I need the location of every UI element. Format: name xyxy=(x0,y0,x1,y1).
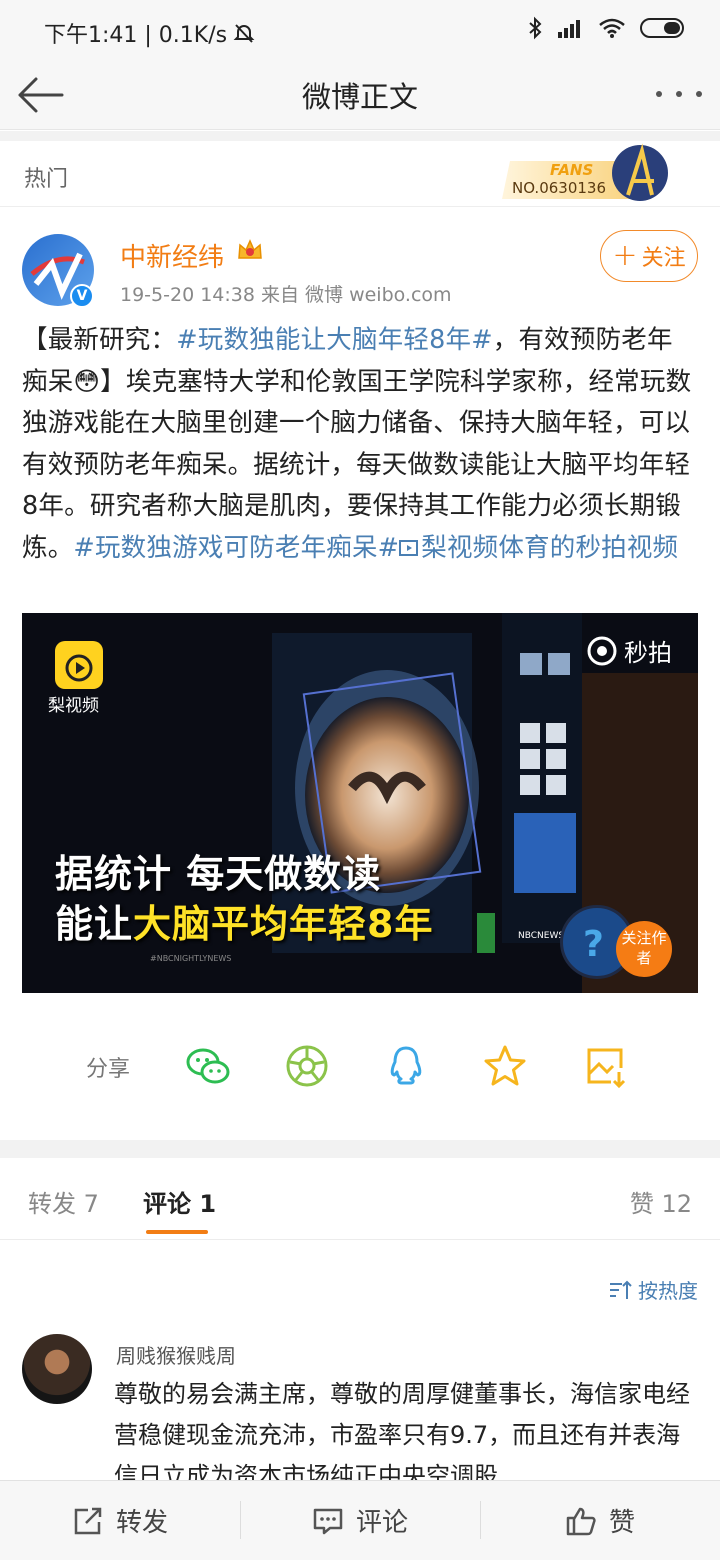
status-left: 下午1:41 | 0.1K/s xyxy=(44,17,255,49)
miaopai-text: 秒拍 xyxy=(624,639,672,667)
miaopai-watermark: 秒拍 xyxy=(586,633,672,668)
comment-text: 尊敬的易会满主席，尊敬的周厚健董事长，海信家电经营稳健现金流充沛，市盈率只有9.… xyxy=(114,1380,690,1490)
commenter-name[interactable]: 周贱猴猴贱周 xyxy=(116,1340,236,1369)
caption-prefix: 能让 xyxy=(55,902,134,946)
wechat-icon[interactable] xyxy=(184,1042,232,1090)
sort-label: 按热度 xyxy=(638,1279,698,1303)
comment-button[interactable]: 评论 xyxy=(240,1481,480,1560)
post-meta: 19-5-20 14:38 来自 微博 weibo.com xyxy=(120,284,452,306)
caption-highlight: 大脑平均年轻8年 xyxy=(133,902,434,946)
video-credit: #NBCNIGHTLYNEWS xyxy=(150,954,232,963)
video-link-text: 梨视频体育的秒拍视频 xyxy=(421,532,679,563)
follow-author-float-button[interactable]: ? 关注作者 xyxy=(560,905,672,983)
video-app-name: 梨视频 xyxy=(48,696,99,716)
status-time: 下午1:41 | 0.1K/s xyxy=(44,23,228,48)
tab-likes[interactable]: 赞 12 xyxy=(630,1184,692,1219)
topic-link[interactable]: #玩数独游戏可防老年痴呆# xyxy=(73,533,399,563)
fans-badge: FANS NO.0630136 xyxy=(502,143,668,201)
divider xyxy=(0,1140,720,1158)
fans-text: FANS xyxy=(550,161,593,179)
page-title: 微博正文 xyxy=(301,80,418,114)
repost-label: 转发 xyxy=(115,1508,168,1538)
post-header: V 中新经纬 19-5-20 14:38 来自 微博 weibo.com + 关… xyxy=(0,208,720,316)
divider xyxy=(0,131,720,141)
vip-crown-icon xyxy=(238,239,262,259)
repost-button[interactable]: 转发 xyxy=(0,1481,240,1560)
miaopai-icon xyxy=(587,636,617,665)
author-name[interactable]: 中新经纬 xyxy=(120,237,224,274)
wifi-icon xyxy=(599,18,625,38)
bottom-action-bar: 转发 评论 赞 xyxy=(0,1480,720,1560)
status-icons xyxy=(528,16,686,40)
like-button[interactable]: 赞 xyxy=(480,1481,720,1560)
sort-icon xyxy=(610,1280,632,1299)
verified-badge-icon: V xyxy=(70,284,94,308)
nav-bar: 微博正文 xyxy=(0,62,720,130)
share-row: 分享 xyxy=(0,1020,720,1110)
video-caption-line1: 据统计 每天做数读 xyxy=(55,852,382,896)
follow-author-label: 关注作者 xyxy=(616,921,672,977)
video-link[interactable]: 梨视频体育的秒拍视频 xyxy=(399,533,678,563)
topic-link[interactable]: #玩数独能让大脑年轻8年# xyxy=(176,325,493,355)
hot-section-header: 热门 FANS NO.0630136 xyxy=(0,141,720,207)
qq-icon[interactable] xyxy=(382,1042,430,1090)
moments-icon[interactable] xyxy=(283,1042,331,1090)
comment-label: 评论 xyxy=(355,1508,408,1538)
video-link-icon xyxy=(399,539,419,556)
video-caption-line2: 能让大脑平均年轻8年 xyxy=(55,893,433,948)
post-text-part: ，有效预防老年痴呆😳】埃克塞特大学和伦敦国王学院科学家称，经常玩数独游戏能在大脑… xyxy=(22,325,692,563)
comment-icon xyxy=(313,1508,343,1534)
more-options-icon[interactable] xyxy=(656,78,702,110)
video-player[interactable]: 梨视频 秒拍 据统计 每天做数读 能让大脑平均年轻8年 #NBCNIGHTLYN… xyxy=(22,613,698,993)
post-text-part: 【最新研究： xyxy=(22,325,177,355)
fans-number: NO.0630136 xyxy=(512,179,606,197)
tab-reposts[interactable]: 转发 7 xyxy=(28,1184,99,1219)
mute-bell-icon xyxy=(233,24,255,43)
follow-button[interactable]: + 关注 xyxy=(600,230,698,282)
follow-label: 关注 xyxy=(641,246,686,271)
post-body: 【最新研究：#玩数独能让大脑年轻8年#，有效预防老年痴呆😳】埃克塞特大学和伦敦国… xyxy=(22,320,698,569)
commenter-avatar[interactable] xyxy=(22,1334,92,1404)
share-label: 分享 xyxy=(86,1057,131,1082)
battery-icon xyxy=(640,18,684,38)
pear-video-logo-icon xyxy=(55,641,103,689)
sort-by-heat-button[interactable]: 按热度 xyxy=(608,1275,698,1304)
signal-icon xyxy=(558,20,580,38)
like-label: 赞 xyxy=(608,1508,635,1538)
favorite-star-icon[interactable] xyxy=(481,1042,529,1090)
save-image-icon[interactable] xyxy=(581,1042,629,1090)
status-bar: 下午1:41 | 0.1K/s xyxy=(0,0,720,62)
plus-icon: + xyxy=(612,238,638,273)
thumbs-up-icon xyxy=(566,1507,596,1535)
repost-icon xyxy=(74,1507,102,1534)
bluetooth-icon xyxy=(529,16,542,40)
interaction-tabs: 转发 7 评论 1 赞 12 xyxy=(0,1158,720,1240)
tab-comments[interactable]: 评论 1 xyxy=(143,1184,216,1219)
hot-label: 热门 xyxy=(24,167,69,192)
svg-text:?: ? xyxy=(583,924,604,965)
active-tab-indicator xyxy=(146,1230,208,1234)
